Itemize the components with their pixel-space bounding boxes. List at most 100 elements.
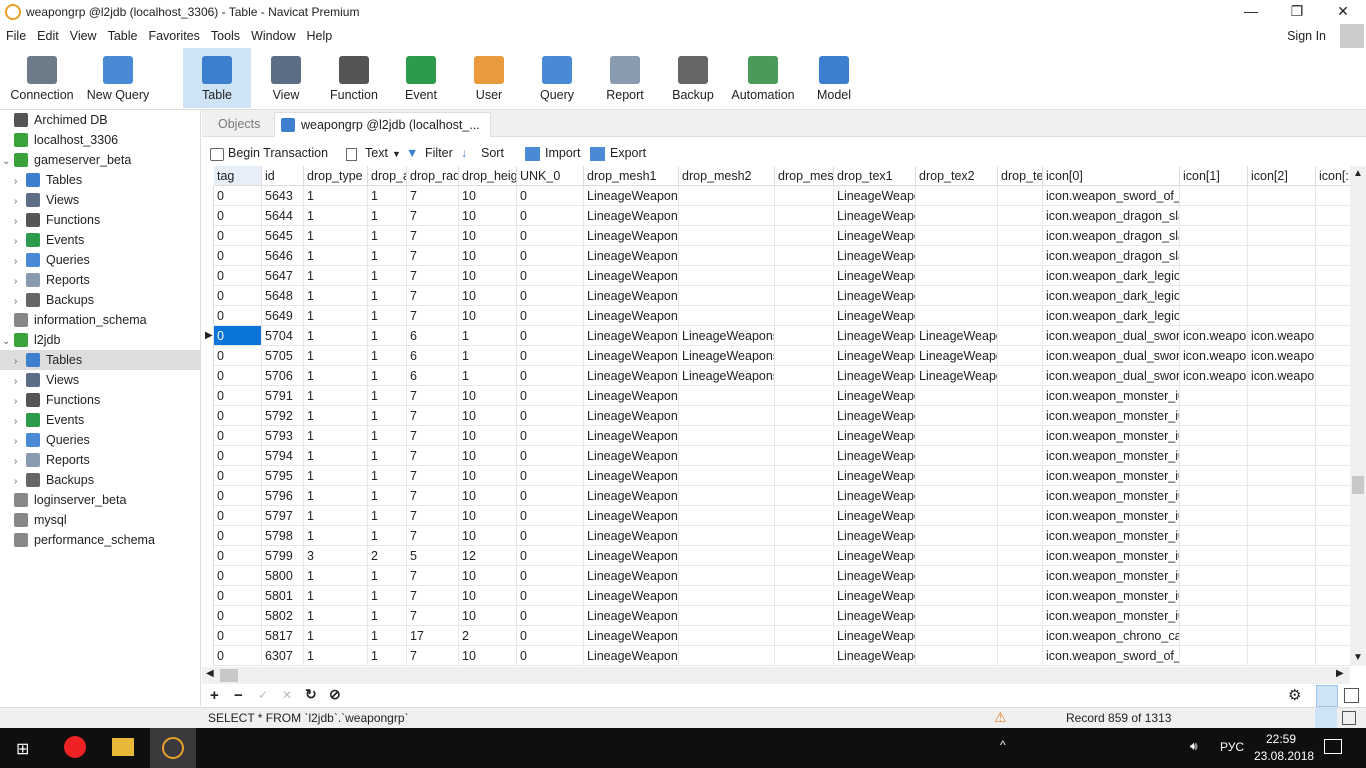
table-cell[interactable]: 10 xyxy=(459,586,517,606)
table-cell[interactable]: icon.weapon_dragon_slay xyxy=(1043,246,1180,266)
table-cell[interactable] xyxy=(775,526,834,546)
table-cell[interactable] xyxy=(1248,646,1316,666)
table-cell[interactable]: 1 xyxy=(368,366,407,386)
table-cell[interactable]: 1 xyxy=(304,426,368,446)
table-cell[interactable]: 0 xyxy=(214,326,262,346)
table-cell[interactable] xyxy=(1180,226,1248,246)
column-header-drop-mesl[interactable]: drop_mesl xyxy=(775,166,834,186)
tree-item-reports[interactable]: › Reports xyxy=(0,270,200,290)
table-cell[interactable]: LineageWeapons. xyxy=(584,326,679,346)
table-cell[interactable]: LineageWeapo xyxy=(834,386,916,406)
scroll-thumb[interactable] xyxy=(1352,476,1364,494)
toggle-right-pane-button[interactable] xyxy=(1342,711,1356,725)
table-cell[interactable] xyxy=(1248,486,1316,506)
table-cell[interactable] xyxy=(916,386,998,406)
table-cell[interactable]: LineageWeapons. xyxy=(584,506,679,526)
tree-item-backups[interactable]: › Backups xyxy=(0,290,200,310)
table-cell[interactable] xyxy=(1316,326,1350,346)
horizontal-scrollbar[interactable]: ◀ ▶ xyxy=(202,667,1350,684)
toolbar-backup-button[interactable]: Backup xyxy=(664,48,722,108)
column-header-drop-mesh2[interactable]: drop_mesh2 xyxy=(679,166,775,186)
table-cell[interactable]: icon.weapor xyxy=(1248,346,1316,366)
collapsed-chevron-icon[interactable]: › xyxy=(14,472,26,492)
table-cell[interactable] xyxy=(775,566,834,586)
toolbar-user-button[interactable]: User xyxy=(463,48,515,108)
table-cell[interactable]: 1 xyxy=(459,366,517,386)
scroll-thumb[interactable] xyxy=(220,669,238,682)
table-cell[interactable] xyxy=(916,306,998,326)
table-cell[interactable] xyxy=(1180,606,1248,626)
table-cell[interactable] xyxy=(1248,626,1316,646)
table-cell[interactable]: LineageWeapo xyxy=(834,626,916,646)
table-cell[interactable]: LineageWeapons. xyxy=(584,346,679,366)
collapsed-chevron-icon[interactable]: › xyxy=(14,352,26,372)
table-cell[interactable] xyxy=(998,186,1043,206)
table-cell[interactable]: icon.weapon_chrono_can xyxy=(1043,626,1180,646)
table-cell[interactable] xyxy=(998,506,1043,526)
table-cell[interactable] xyxy=(998,246,1043,266)
table-cell[interactable]: LineageWeapo xyxy=(916,326,998,346)
column-header-drop-te[interactable]: drop_te xyxy=(998,166,1043,186)
table-cell[interactable]: icon.weapor xyxy=(1180,366,1248,386)
table-cell[interactable]: 0 xyxy=(517,446,584,466)
tab-weapongrp[interactable]: weapongrp @l2jdb (localhost_... xyxy=(274,112,491,137)
table-cell[interactable] xyxy=(679,186,775,206)
table-cell[interactable]: 1 xyxy=(368,646,407,666)
table-cell[interactable] xyxy=(1180,486,1248,506)
table-cell[interactable]: LineageWeapo xyxy=(834,366,916,386)
table-cell[interactable]: 5643 xyxy=(262,186,304,206)
collapsed-chevron-icon[interactable]: › xyxy=(14,392,26,412)
table-cell[interactable] xyxy=(1316,246,1350,266)
table-cell[interactable] xyxy=(1316,466,1350,486)
table-cell[interactable]: 0 xyxy=(214,586,262,606)
table-cell[interactable]: 1 xyxy=(368,626,407,646)
table-cell[interactable]: LineageWeapons. xyxy=(584,206,679,226)
table-cell[interactable]: LineageWeapo xyxy=(834,306,916,326)
collapsed-chevron-icon[interactable]: › xyxy=(14,252,26,272)
table-cell[interactable] xyxy=(1316,526,1350,546)
table-cell[interactable]: 5802 xyxy=(262,606,304,626)
table-cell[interactable]: 0 xyxy=(517,286,584,306)
table-cell[interactable] xyxy=(1316,446,1350,466)
table-cell[interactable]: 1 xyxy=(368,246,407,266)
table-cell[interactable]: LineageWeapons. xyxy=(584,186,679,206)
table-cell[interactable] xyxy=(916,466,998,486)
table-cell[interactable]: 1 xyxy=(304,346,368,366)
table-cell[interactable]: LineageWeapons. xyxy=(584,586,679,606)
table-cell[interactable] xyxy=(775,386,834,406)
table-cell[interactable]: 1 xyxy=(368,446,407,466)
table-cell[interactable]: 5794 xyxy=(262,446,304,466)
column-header-icon-1-[interactable]: icon[1] xyxy=(1180,166,1248,186)
table-cell[interactable] xyxy=(775,646,834,666)
table-cell[interactable] xyxy=(1248,466,1316,486)
table-cell[interactable]: 1 xyxy=(304,206,368,226)
notifications-icon[interactable] xyxy=(1324,739,1342,754)
table-cell[interactable] xyxy=(1248,306,1316,326)
table-cell[interactable]: 7 xyxy=(407,306,459,326)
collapsed-chevron-icon[interactable]: › xyxy=(14,272,26,292)
table-cell[interactable] xyxy=(679,266,775,286)
table-cell[interactable]: 5792 xyxy=(262,406,304,426)
table-cell[interactable]: 0 xyxy=(517,386,584,406)
table-cell[interactable]: 0 xyxy=(214,306,262,326)
table-cell[interactable] xyxy=(1248,526,1316,546)
table-cell[interactable]: 10 xyxy=(459,646,517,666)
table-cell[interactable] xyxy=(1316,626,1350,646)
table-cell[interactable]: 10 xyxy=(459,406,517,426)
table-cell[interactable] xyxy=(679,586,775,606)
table-cell[interactable]: 0 xyxy=(517,586,584,606)
language-indicator[interactable]: РУС xyxy=(1220,740,1244,754)
table-cell[interactable] xyxy=(1180,506,1248,526)
table-cell[interactable]: LineageWeapo xyxy=(834,266,916,286)
table-cell[interactable]: 10 xyxy=(459,446,517,466)
data-grid[interactable]: tag id drop_type drop_a drop_rad drop_heigl UN… xyxy=(214,166,1350,666)
windows-start-icon[interactable]: ⊞ xyxy=(16,739,29,759)
table-cell[interactable] xyxy=(775,406,834,426)
table-cell[interactable]: LineageWeapo xyxy=(834,186,916,206)
warning-icon[interactable]: ⚠ xyxy=(994,709,1007,726)
scroll-up-icon[interactable]: ▲ xyxy=(1353,168,1363,179)
table-cell[interactable]: 1 xyxy=(304,506,368,526)
table-cell[interactable] xyxy=(679,566,775,586)
table-cell[interactable]: icon.weapor xyxy=(1180,326,1248,346)
table-cell[interactable]: 7 xyxy=(407,486,459,506)
